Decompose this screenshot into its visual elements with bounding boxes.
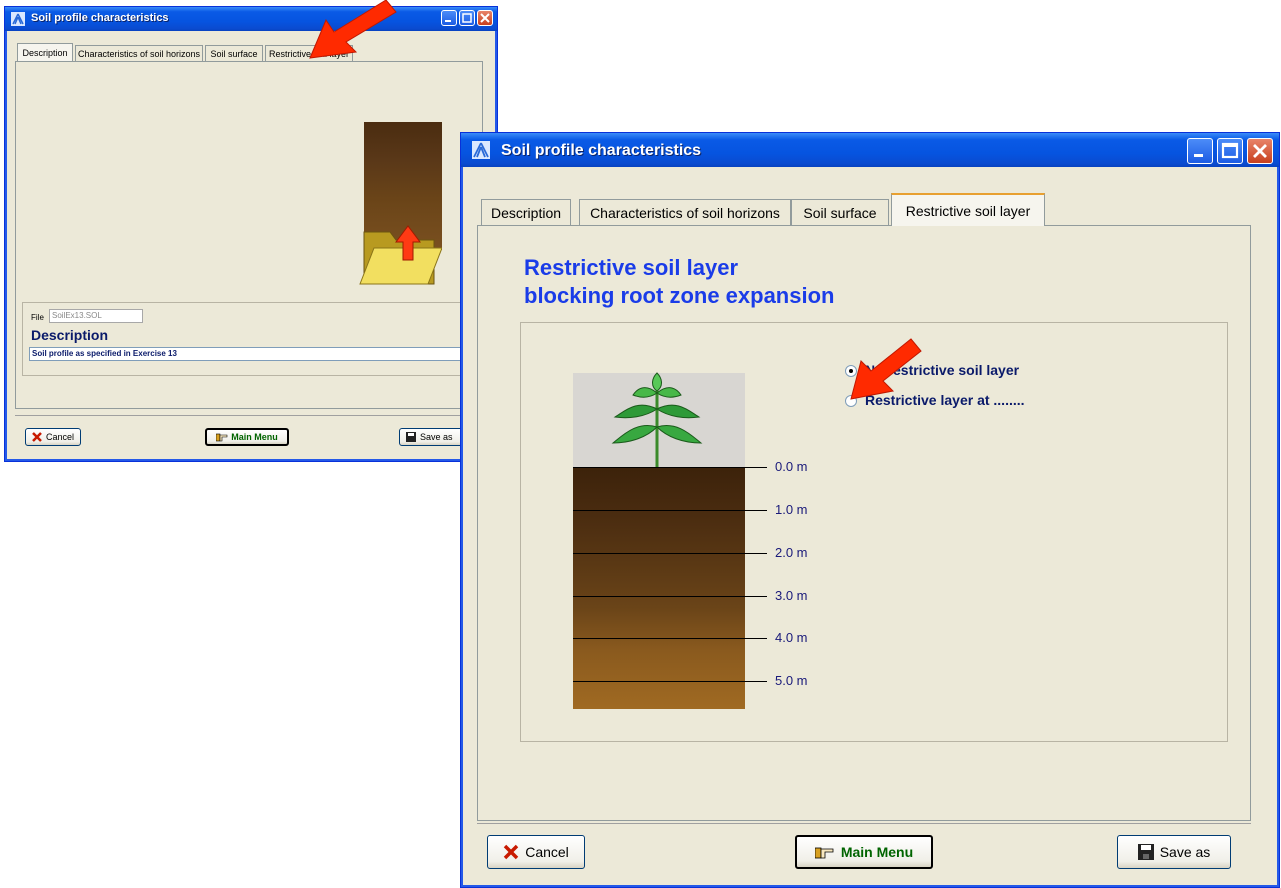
depth-tick-5 (573, 681, 767, 682)
description-heading: Description (31, 327, 109, 343)
page-heading: Restrictive soil layer blocking root zon… (524, 254, 834, 310)
back-titlebar[interactable]: Soil profile characteristics (5, 7, 497, 31)
cancel-button[interactable]: Cancel (487, 835, 585, 869)
tab-description[interactable]: Description (17, 43, 73, 61)
tab-soil-surface[interactable]: Soil surface (791, 199, 889, 225)
main-menu-button[interactable]: Main Menu (795, 835, 933, 869)
depth-label-5: 5.0 m (775, 673, 808, 688)
front-titlebar[interactable]: Soil profile characteristics (461, 133, 1279, 167)
description-field[interactable]: Soil profile as specified in Exercise 13 (29, 347, 473, 361)
front-footer-divider (477, 823, 1251, 824)
depth-label-2: 2.0 m (775, 545, 808, 560)
depth-label-1: 1.0 m (775, 502, 808, 517)
minimize-button[interactable] (441, 10, 457, 26)
pointing-hand-icon (216, 433, 228, 442)
soil-profile-column (573, 467, 745, 709)
depth-label-4: 4.0 m (775, 630, 808, 645)
back-tab-panel: File SoilEx13.SOL Description Soil profi… (15, 61, 483, 409)
heading-line-2: blocking root zone expansion (524, 283, 835, 308)
maximize-icon (1221, 142, 1239, 159)
window-title: Soil profile characteristics (31, 12, 169, 24)
plant-icon (607, 369, 707, 474)
main-menu-button[interactable]: Main Menu (205, 428, 289, 446)
tab-restrictive-layer[interactable]: Restrictive soil layer (891, 193, 1045, 226)
back-footer-divider (15, 415, 485, 416)
depth-tick-4 (573, 638, 767, 639)
heading-line-1: Restrictive soil layer (524, 255, 739, 280)
maximize-button[interactable] (1217, 138, 1243, 164)
red-arrow-icon (847, 337, 923, 408)
depth-tick-3 (573, 596, 767, 597)
tab-horizons[interactable]: Characteristics of soil horizons (75, 45, 203, 61)
depth-label-3: 3.0 m (775, 588, 808, 603)
description-group: File SoilEx13.SOL Description Soil profi… (22, 302, 478, 376)
pointing-hand-icon (814, 847, 834, 859)
minimize-button[interactable] (1187, 138, 1213, 164)
floppy-disk-icon (406, 432, 416, 442)
maximize-button[interactable] (459, 10, 475, 26)
close-button[interactable] (477, 10, 493, 26)
back-window: Soil profile characteristics Description… (4, 6, 498, 462)
app-icon (472, 141, 490, 164)
open-folder-icon[interactable] (356, 220, 443, 295)
cancel-button[interactable]: Cancel (25, 428, 81, 446)
save-as-button[interactable]: Save as (1117, 835, 1231, 869)
close-icon (480, 13, 490, 23)
close-icon (1253, 144, 1267, 158)
floppy-disk-icon (1137, 844, 1154, 860)
save-as-button[interactable]: Save as (399, 428, 465, 446)
depth-tick-0 (573, 467, 767, 468)
front-window: Soil profile characteristics Description… (460, 132, 1280, 888)
close-button[interactable] (1247, 138, 1273, 164)
restrictive-layer-group: 0.0 m 1.0 m 2.0 m 3.0 m 4.0 m 5.0 m No r… (520, 322, 1228, 742)
tab-soil-surface[interactable]: Soil surface (205, 45, 263, 61)
depth-tick-1 (573, 510, 767, 511)
depth-tick-2 (573, 553, 767, 554)
red-arrow-icon (306, 0, 398, 67)
cancel-icon (503, 844, 519, 860)
tab-description[interactable]: Description (481, 199, 571, 225)
app-icon (11, 12, 25, 31)
minimize-icon (445, 20, 451, 22)
window-title: Soil profile characteristics (501, 142, 702, 159)
maximize-icon (462, 13, 472, 23)
tab-horizons[interactable]: Characteristics of soil horizons (579, 199, 791, 225)
minimize-icon (1194, 154, 1203, 157)
file-label: File (31, 313, 44, 322)
cancel-icon (32, 432, 42, 442)
front-tab-panel: Restrictive soil layer blocking root zon… (477, 225, 1251, 821)
file-field[interactable]: SoilEx13.SOL (49, 309, 143, 323)
depth-label-0: 0.0 m (775, 459, 808, 474)
